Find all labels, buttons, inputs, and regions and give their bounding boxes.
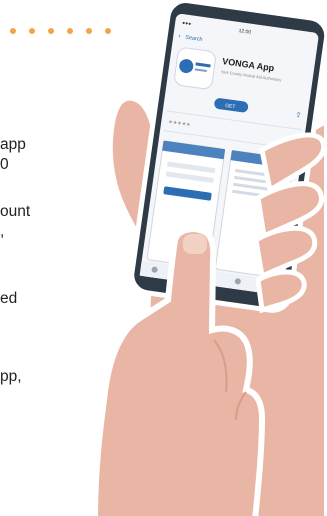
svg-text:●●●: ●●●	[182, 20, 192, 27]
hand-holding-phone-illustration: ●●● 12:00 ‹ Search VONGA App York County…	[92, 0, 327, 516]
share-icon[interactable]: ⇪	[295, 111, 302, 120]
